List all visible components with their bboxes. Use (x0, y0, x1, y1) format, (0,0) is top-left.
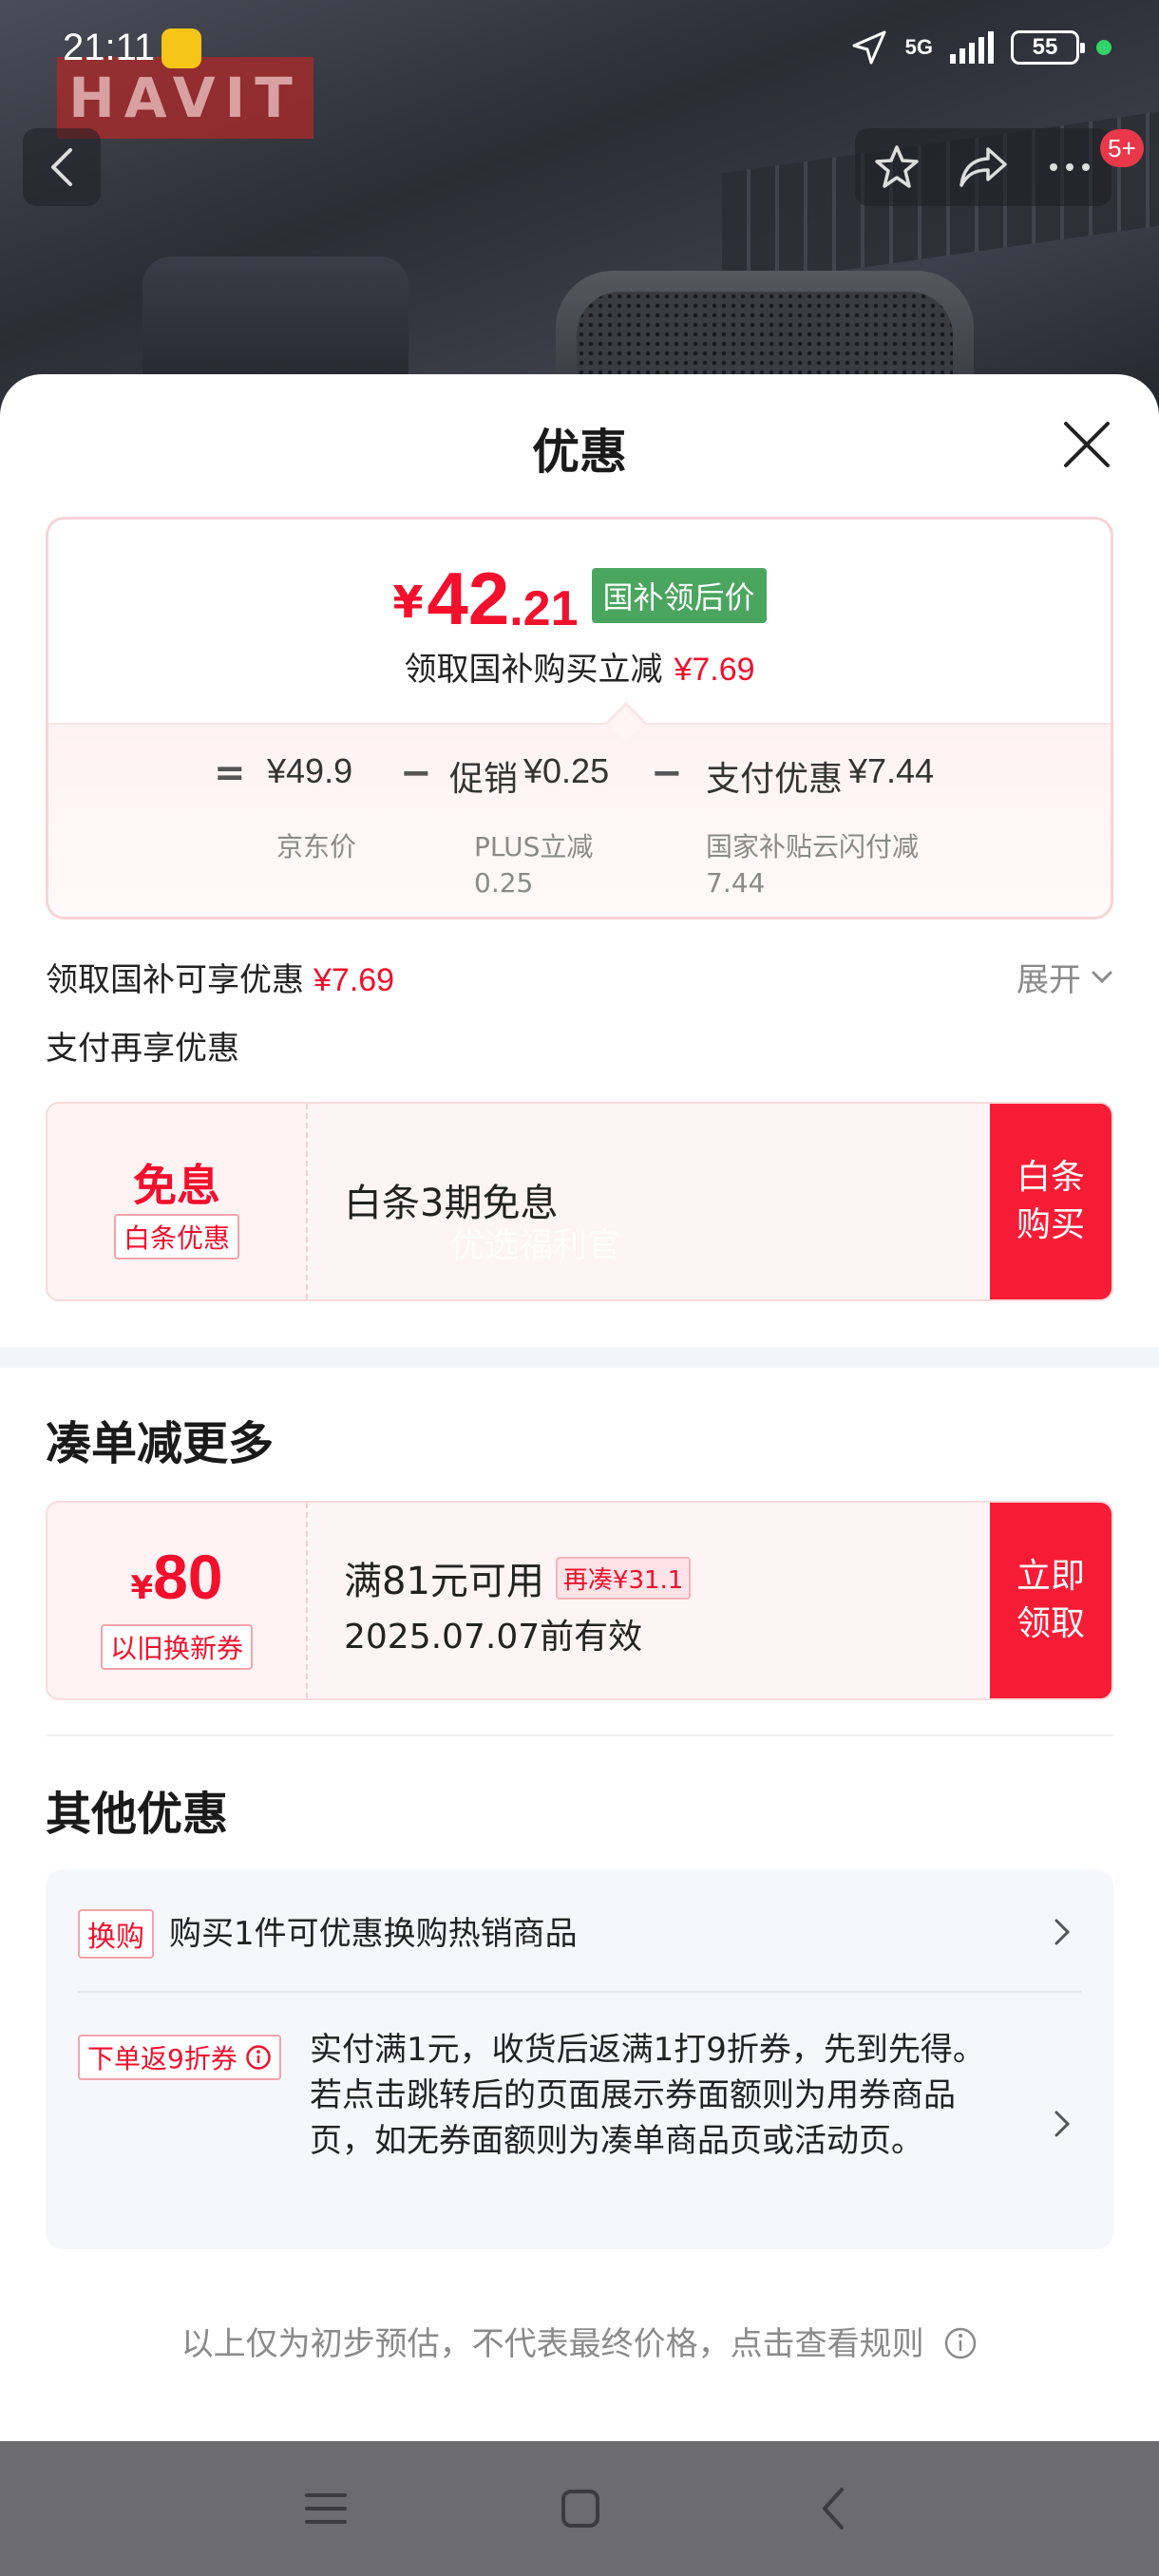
equals-sign: = (214, 751, 246, 795)
minus-sign: − (400, 751, 432, 795)
info-icon (246, 2045, 271, 2070)
promo-label: 促销 (449, 760, 519, 799)
price-breakdown-card: ¥ 42 .21 国补领后价 领取国补购买立减 ¥7.69 = ¥49.9 − 促… (46, 517, 1113, 919)
promo-value: ¥0.25 (523, 751, 610, 790)
share-icon[interactable] (958, 143, 1009, 191)
status-time: 21:11 (63, 27, 156, 68)
coupon-validity: 2025.07.07前有效 (344, 1618, 643, 1657)
price-subtitle-amount: ¥7.69 (674, 652, 755, 688)
chevron-right-icon (1054, 1919, 1071, 1945)
privacy-indicator-dot (1096, 40, 1112, 55)
more-icon[interactable] (1046, 158, 1093, 177)
subsidy-row-amount: ¥7.69 (314, 962, 395, 998)
top-action-group (855, 128, 1112, 206)
app-notification-icon (162, 28, 201, 68)
signal-icon (950, 31, 994, 64)
exchange-tag: 换购 (78, 1909, 154, 1959)
plus-discount-label: PLUS立减 0.25 (474, 831, 594, 899)
expand-button[interactable]: 展开 (1016, 954, 1113, 1000)
pay-discount-value: ¥7.44 (848, 751, 935, 790)
baitiao-buy-button[interactable]: 白条购买 (990, 1104, 1112, 1299)
baitiao-coupon-card: 免息 白条优惠 白条3期免息 优选福利官 白条购买 (46, 1102, 1113, 1301)
chevron-down-icon (1092, 971, 1112, 983)
back-nav-icon[interactable] (804, 2479, 863, 2538)
offer-row-coupon-return[interactable]: 下单返9折券 实付满1元，收货后返满1打9折券，先到先得。若点击跳转后的页面展示… (78, 1993, 1081, 2249)
disclaimer-text: 以上仅为初步预估，不代表最终价格，点击查看规则 (180, 2325, 924, 2363)
claim-coupon-button[interactable]: 立即领取 (990, 1503, 1112, 1698)
price-subtitle: 领取国补购买立减 ¥7.69 (48, 643, 1111, 690)
price-subtitle-text: 领取国补购买立减 (404, 651, 663, 689)
chevron-right-icon (1054, 2111, 1071, 2137)
battery-indicator: 55 (1011, 30, 1085, 65)
price-formula: = ¥49.9 − 促销 ¥0.25 − 支付优惠 ¥7.44 京东价 PLUS… (48, 723, 1111, 917)
chevron-left-icon (51, 148, 72, 186)
jd-price-label: 京东价 (276, 831, 357, 862)
offer-text: 购买1件可优惠换购热销商品 (169, 1915, 578, 1953)
coupon-amount: ¥80 (130, 1542, 223, 1612)
section-title-more: 凑单减更多 (46, 1417, 275, 1470)
sheet-title: 优惠 (532, 425, 627, 480)
home-icon[interactable] (551, 2479, 610, 2538)
trade-in-tag: 以旧换新券 (100, 1624, 253, 1670)
subsidy-discount-label: 国家补贴云闪付减 7.44 (706, 831, 920, 899)
trade-in-coupon-card: ¥80 以旧换新券 满81元可用 再凑¥31.1 2025.07.07前有效 立… (46, 1501, 1113, 1700)
coupon-return-tag: 下单返9折券 (78, 2035, 281, 2080)
jd-price-value: ¥49.9 (267, 751, 353, 790)
offer-row-exchange[interactable]: 换购 购买1件可优惠换购热销商品 (78, 1869, 1081, 1993)
system-navigation-bar (0, 2441, 1159, 2576)
price-integer: 42 (427, 557, 510, 640)
message-badge: 5+ (1100, 129, 1144, 167)
baitiao-tag: 白条优惠 (113, 1214, 239, 1260)
offer-text: 实付满1元，收货后返满1打9折券，先到先得。若点击跳转后的页面展示券面额则为用券… (310, 2031, 985, 2160)
star-favorite-icon[interactable] (873, 143, 921, 191)
menu-icon[interactable] (296, 2479, 355, 2538)
price-decimal: .21 (509, 581, 579, 636)
price-currency: ¥ (392, 577, 424, 628)
close-icon[interactable] (1062, 420, 1112, 469)
section-title-other: 其他优惠 (46, 1788, 229, 1841)
subsidy-row: 领取国补可享优惠 ¥7.69 (46, 954, 394, 1000)
status-bar: 21:11 5G 55 (0, 0, 1159, 104)
location-arrow-icon (852, 30, 886, 65)
section-divider (0, 1347, 1159, 1368)
pay-discount-label: 支付优惠 (706, 760, 844, 799)
coupon-condition: 满81元可用 (344, 1560, 544, 1603)
coupon-title: 免息 (133, 1160, 220, 1211)
final-price: ¥ 42 .21 国补领后价 (48, 561, 1111, 635)
minus-sign: − (651, 751, 683, 795)
disclaimer[interactable]: 以上仅为初步预估，不代表最终价格，点击查看规则 (0, 2318, 1159, 2364)
subsidy-price-tag: 国补领后价 (591, 568, 767, 623)
info-icon (945, 2327, 977, 2359)
pay-row: 支付再享优惠 (46, 1030, 239, 1068)
other-offers-card: 换购 购买1件可优惠换购热销商品 下单返9折券 实付满1元，收货后返满1打9折券… (46, 1869, 1113, 2249)
divider (46, 1734, 1113, 1736)
add-on-tag: 再凑¥31.1 (555, 1556, 692, 1600)
back-button[interactable] (23, 128, 101, 206)
subsidy-row-label: 领取国补可享优惠 (46, 961, 304, 999)
expand-label: 展开 (1016, 961, 1081, 999)
network-type: 5G (904, 35, 933, 59)
watermark-text: 优选福利官 (450, 1226, 622, 1265)
